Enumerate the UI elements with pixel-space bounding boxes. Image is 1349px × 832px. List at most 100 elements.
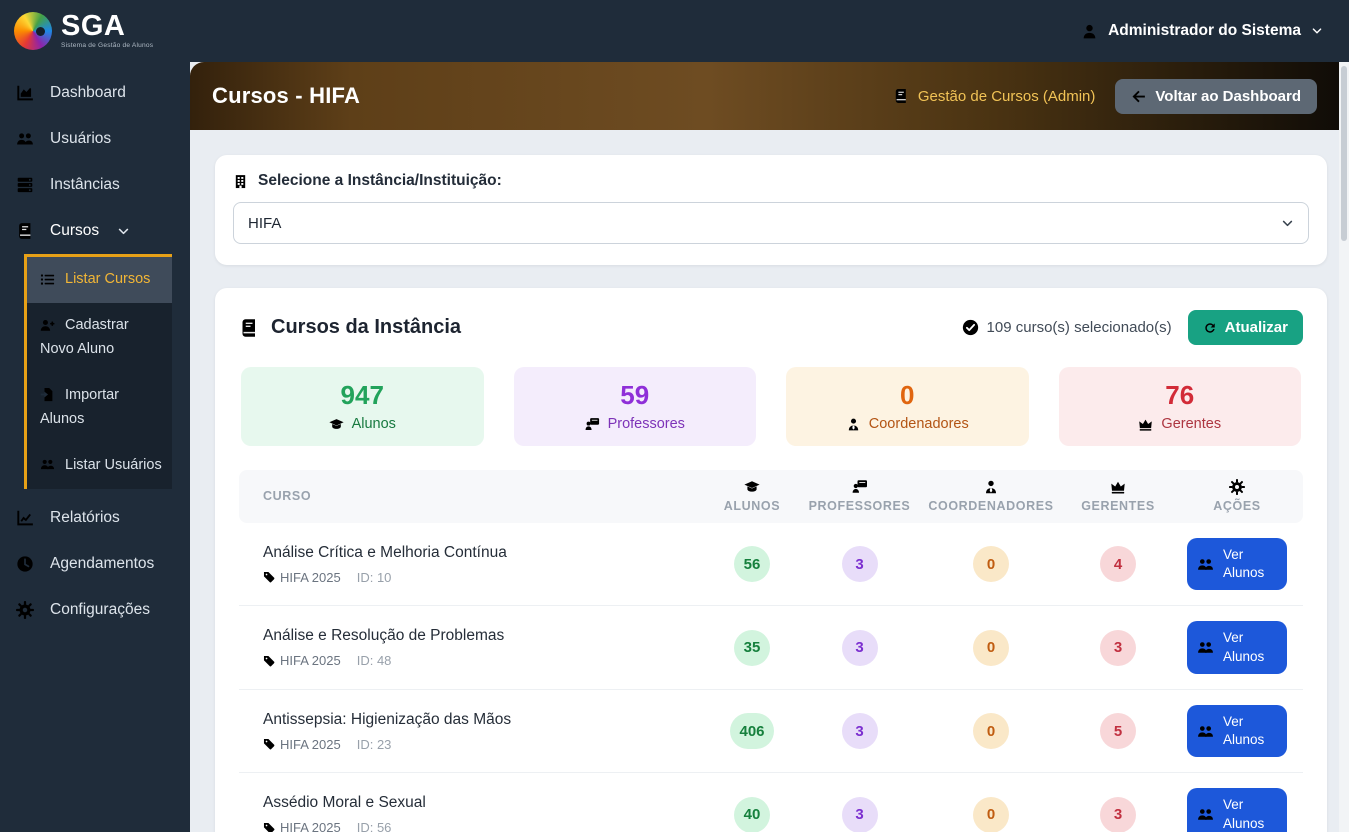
course-id: ID: 48 (357, 653, 392, 668)
selected-count: 109 curso(s) selecionado(s) (962, 319, 1172, 336)
scrollbar-thumb[interactable] (1341, 66, 1347, 241)
book-icon (239, 318, 259, 338)
users-icon (1197, 723, 1214, 740)
topbar: SGA Sistema de Gestão de Alunos Administ… (0, 0, 1349, 62)
column-header-coordenadores: COORDENADORES (917, 479, 1065, 513)
table-row: Assédio Moral e Sexual HIFA 2025 ID: 56 … (239, 773, 1303, 832)
scrollbar-track[interactable] (1339, 62, 1349, 832)
course-id: ID: 10 (357, 570, 392, 585)
ver-alunos-button[interactable]: Ver Alunos (1187, 621, 1287, 673)
user-icon (1081, 23, 1098, 40)
list-icon (40, 272, 55, 287)
table-header: CURSO ALUNOS PROFESSORES COORDENADORES G… (239, 470, 1303, 523)
professores-count-badge: 3 (842, 546, 878, 582)
stats-row: 947 Alunos 59 Professores 0 Coordenadore… (241, 367, 1301, 446)
submenu-item-importar-alunos[interactable]: Importar Alunos (27, 373, 172, 443)
users-icon (40, 457, 55, 472)
sidebar-item-label: Agendamentos (50, 555, 154, 573)
stat-label: Gerentes (1161, 416, 1221, 432)
tag-icon (263, 822, 275, 832)
sidebar: Dashboard Usuários Instâncias Cursos Lis… (0, 62, 190, 832)
logo-icon (14, 12, 52, 50)
sidebar-item-usuarios[interactable]: Usuários (0, 116, 190, 162)
stat-label: Coordenadores (869, 416, 969, 432)
user-tie-icon (846, 417, 861, 432)
coordenadores-count-badge: 0 (973, 546, 1009, 582)
table-row: Antissepsia: Higienização das Mãos HIFA … (239, 690, 1303, 773)
submenu-item-listar-cursos[interactable]: Listar Cursos (27, 257, 172, 303)
stat-value: 76 (1067, 380, 1294, 411)
course-tag: HIFA 2025 (263, 737, 341, 752)
instance-select-value: HIFA (248, 215, 281, 232)
stat-value: 0 (794, 380, 1021, 411)
instance-label: Selecione a Instância/Instituição: (233, 172, 1309, 190)
sidebar-item-label: Instâncias (50, 176, 120, 194)
arrow-left-icon (1131, 89, 1146, 104)
course-title: Análise e Resolução de Problemas (263, 627, 702, 645)
stat-card-gerentes: 76 Gerentes (1059, 367, 1302, 446)
sidebar-item-dashboard[interactable]: Dashboard (0, 70, 190, 116)
brand: SGA Sistema de Gestão de Alunos (0, 12, 190, 50)
sidebar-item-relatorios[interactable]: Relatórios (0, 495, 190, 541)
user-menu-label: Administrador do Sistema (1108, 22, 1301, 40)
course-title: Assédio Moral e Sexual (263, 794, 702, 812)
users-icon (1197, 556, 1214, 573)
column-header-gerentes: GERENTES (1065, 479, 1171, 513)
table-row: Análise Crítica e Melhoria Contínua HIFA… (239, 523, 1303, 606)
refresh-button[interactable]: Atualizar (1188, 310, 1303, 345)
brand-subtitle: Sistema de Gestão de Alunos (61, 43, 153, 50)
user-menu[interactable]: Administrador do Sistema (1081, 22, 1323, 40)
sidebar-item-label: Cursos (50, 222, 99, 240)
gear-icon (1229, 479, 1245, 495)
teacher-icon (852, 479, 868, 495)
sidebar-item-instancias[interactable]: Instâncias (0, 162, 190, 208)
sidebar-item-label: Configurações (50, 601, 150, 619)
column-header-professores: PROFESSORES (802, 479, 917, 513)
sidebar-item-label: Dashboard (50, 84, 126, 102)
main-content: Cursos - HIFA Gestão de Cursos (Admin) V… (190, 62, 1339, 832)
ver-alunos-button[interactable]: Ver Alunos (1187, 538, 1287, 590)
stat-card-alunos: 947 Alunos (241, 367, 484, 446)
sidebar-item-agendamentos[interactable]: Agendamentos (0, 541, 190, 587)
chart-line-icon (16, 509, 34, 527)
coordenadores-count-badge: 0 (973, 630, 1009, 666)
sidebar-item-configuracoes[interactable]: Configurações (0, 587, 190, 633)
instance-select[interactable]: HIFA (233, 202, 1309, 244)
courses-table: CURSO ALUNOS PROFESSORES COORDENADORES G… (239, 470, 1303, 832)
alunos-count-badge: 56 (734, 546, 770, 582)
page-context-label: Gestão de Cursos (Admin) (893, 88, 1096, 105)
users-icon (1197, 639, 1214, 656)
gerentes-count-badge: 3 (1100, 630, 1136, 666)
alunos-count-badge: 35 (734, 630, 770, 666)
user-plus-icon (40, 318, 55, 333)
building-icon (233, 174, 248, 189)
submenu-item-cadastrar-novo-aluno[interactable]: Cadastrar Novo Aluno (27, 303, 172, 373)
users-icon (16, 130, 34, 148)
server-icon (16, 176, 34, 194)
course-id: ID: 23 (357, 737, 392, 752)
submenu-item-listar-usuarios[interactable]: Listar Usuários (27, 443, 172, 489)
professores-count-badge: 3 (842, 713, 878, 749)
professores-count-badge: 3 (842, 797, 878, 832)
gerentes-count-badge: 4 (1100, 546, 1136, 582)
course-tag: HIFA 2025 (263, 820, 341, 832)
ver-alunos-button[interactable]: Ver Alunos (1187, 788, 1287, 832)
crown-icon (1138, 417, 1153, 432)
course-tag: HIFA 2025 (263, 653, 341, 668)
ver-alunos-button[interactable]: Ver Alunos (1187, 705, 1287, 757)
coordenadores-count-badge: 0 (973, 797, 1009, 832)
user-tie-icon (983, 479, 999, 495)
back-to-dashboard-button[interactable]: Voltar ao Dashboard (1115, 79, 1317, 114)
coordenadores-count-badge: 0 (973, 713, 1009, 749)
table-row: Análise e Resolução de Problemas HIFA 20… (239, 606, 1303, 689)
alunos-count-badge: 406 (730, 713, 773, 749)
gear-icon (16, 601, 34, 619)
course-id: ID: 56 (357, 820, 392, 832)
courses-card-title: Cursos da Instância (239, 316, 461, 339)
cursos-submenu: Listar Cursos Cadastrar Novo Aluno Impor… (24, 254, 172, 489)
column-header-alunos: ALUNOS (702, 479, 802, 513)
graduation-cap-icon (329, 417, 344, 432)
column-header-curso: CURSO (239, 489, 702, 503)
sidebar-item-cursos[interactable]: Cursos (0, 208, 190, 254)
submenu-item-label: Listar Usuários (65, 457, 162, 473)
